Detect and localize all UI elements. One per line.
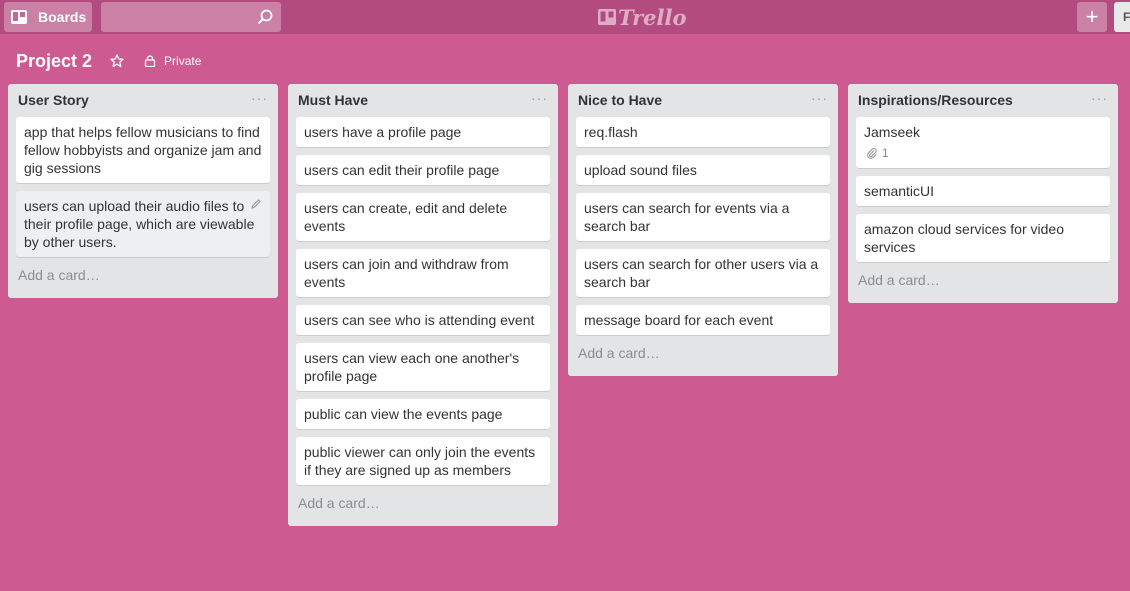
- list-title[interactable]: Nice to Have: [578, 92, 662, 108]
- card[interactable]: users can join and withdraw from events: [296, 249, 550, 297]
- card-text: users can upload their audio files to th…: [24, 198, 255, 250]
- trello-logo[interactable]: Trello: [598, 4, 687, 30]
- card[interactable]: users can edit their profile page: [296, 155, 550, 185]
- add-card-link[interactable]: Add a card…: [568, 343, 838, 376]
- add-card-link[interactable]: Add a card…: [288, 493, 558, 526]
- star-icon[interactable]: [110, 54, 124, 68]
- add-card-link[interactable]: Add a card…: [848, 270, 1118, 303]
- card[interactable]: users can view each one another's profil…: [296, 343, 550, 391]
- card[interactable]: users can see who is attending event: [296, 305, 550, 335]
- card[interactable]: Jamseek 1: [856, 117, 1110, 168]
- search-input[interactable]: [101, 2, 281, 32]
- card[interactable]: users can search for other users via a s…: [576, 249, 830, 297]
- edit-pencil-icon[interactable]: [250, 198, 262, 210]
- list-menu-icon[interactable]: ···: [811, 90, 828, 106]
- list-inspirations-resources: Inspirations/Resources ··· Jamseek 1 sem…: [848, 84, 1118, 303]
- trello-logo-icon: [598, 9, 616, 25]
- list-menu-icon[interactable]: ···: [531, 90, 548, 106]
- card[interactable]: users can create, edit and delete events: [296, 193, 550, 241]
- boards-icon: [11, 10, 27, 24]
- card-text: Jamseek: [864, 124, 921, 140]
- card[interactable]: public can view the events page: [296, 399, 550, 429]
- list-title[interactable]: User Story: [18, 92, 89, 108]
- add-button[interactable]: +: [1077, 2, 1107, 32]
- boards-button[interactable]: Boards: [4, 2, 92, 32]
- board-header: Project 2 Private: [16, 48, 201, 74]
- privacy-toggle[interactable]: Private: [164, 54, 201, 68]
- paperclip-icon: [867, 147, 877, 159]
- list-header: Inspirations/Resources ···: [848, 84, 1118, 117]
- card[interactable]: message board for each event: [576, 305, 830, 335]
- list-title[interactable]: Inspirations/Resources: [858, 92, 1013, 108]
- list-header: Nice to Have ···: [568, 84, 838, 117]
- top-bar: Boards Trello + F: [0, 0, 1130, 34]
- attachment-count: 1: [882, 146, 889, 160]
- card[interactable]: users can upload their audio files to th…: [16, 191, 270, 257]
- attachment-badge: 1: [864, 144, 1102, 162]
- card[interactable]: users can search for events via a search…: [576, 193, 830, 241]
- card[interactable]: public viewer can only join the events i…: [296, 437, 550, 485]
- profile-button[interactable]: F: [1114, 2, 1130, 32]
- board-title[interactable]: Project 2: [16, 51, 92, 72]
- list-nice-to-have: Nice to Have ··· req.flash upload sound …: [568, 84, 838, 376]
- boards-label: Boards: [38, 9, 87, 25]
- logo-text: Trello: [618, 4, 687, 30]
- add-card-link[interactable]: Add a card…: [8, 265, 278, 298]
- card[interactable]: semanticUI: [856, 176, 1110, 206]
- list-must-have: Must Have ··· users have a profile page …: [288, 84, 558, 526]
- card[interactable]: upload sound files: [576, 155, 830, 185]
- list-menu-icon[interactable]: ···: [251, 90, 268, 106]
- list-user-story: User Story ··· app that helps fellow mus…: [8, 84, 278, 298]
- card[interactable]: req.flash: [576, 117, 830, 147]
- lock-icon: [144, 55, 156, 67]
- card[interactable]: app that helps fellow musicians to find …: [16, 117, 270, 183]
- card[interactable]: users have a profile page: [296, 117, 550, 147]
- list-menu-icon[interactable]: ···: [1091, 90, 1108, 106]
- search-icon[interactable]: [257, 9, 273, 25]
- list-header: Must Have ···: [288, 84, 558, 117]
- list-title[interactable]: Must Have: [298, 92, 368, 108]
- card[interactable]: amazon cloud services for video services: [856, 214, 1110, 262]
- list-header: User Story ···: [8, 84, 278, 117]
